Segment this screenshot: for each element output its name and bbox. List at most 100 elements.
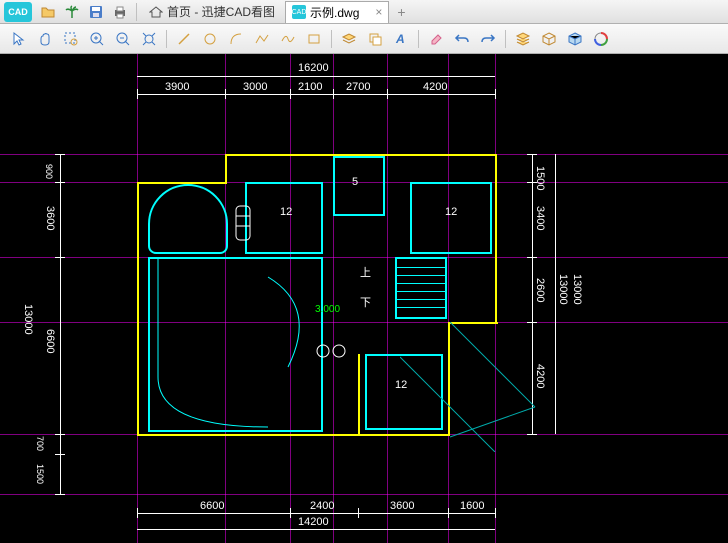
dim-value: 4200 [423, 81, 447, 93]
dim-value: 1600 [460, 500, 484, 512]
dim-total-left: 13000 [22, 304, 34, 335]
dim-tick [55, 182, 65, 183]
room [410, 182, 492, 254]
dim-line [137, 513, 495, 514]
dim-total-bottom: 14200 [298, 516, 329, 528]
zoom-out-tool[interactable] [112, 28, 134, 50]
render-tool[interactable] [590, 28, 612, 50]
up-label: 上 [360, 264, 371, 280]
wall [358, 354, 360, 436]
room-label: 12 [280, 206, 292, 218]
print-icon[interactable] [110, 2, 130, 22]
axis-line [333, 54, 334, 543]
save-icon[interactable] [86, 2, 106, 22]
separator [136, 3, 137, 21]
dim-tick [290, 508, 291, 518]
dim-value: 2700 [346, 81, 370, 93]
home-icon [149, 5, 163, 19]
dim-value: 6600 [44, 329, 56, 353]
zoom-extents-tool[interactable] [138, 28, 160, 50]
titlebar: CAD 首页 - 迅捷CAD看图 CAD 示例.dwg × + [0, 0, 728, 24]
furniture [315, 339, 355, 364]
open-icon[interactable] [38, 2, 58, 22]
redo-tool[interactable] [477, 28, 499, 50]
file-tab[interactable]: CAD 示例.dwg × [285, 1, 389, 23]
zoom-window-tool[interactable] [60, 28, 82, 50]
cursor-tool[interactable] [8, 28, 30, 50]
erase-tool[interactable] [425, 28, 447, 50]
home-label: 首页 - 迅捷CAD看图 [167, 3, 275, 20]
dim-value: 6600 [200, 500, 224, 512]
svg-text:A: A [395, 32, 405, 46]
arc [148, 257, 328, 437]
wall [495, 154, 497, 324]
zoom-in-tool[interactable] [86, 28, 108, 50]
axis-line [448, 54, 449, 543]
dim-total-top: 16200 [298, 62, 329, 74]
rect-tool[interactable] [303, 28, 325, 50]
dim-tick [55, 434, 65, 435]
furniture [234, 204, 254, 244]
dim-value: 700 [35, 436, 45, 451]
dim-value: 2600 [534, 278, 546, 302]
close-tab-icon[interactable]: × [375, 5, 382, 19]
dim-tick [387, 89, 388, 99]
axis-line [0, 322, 728, 323]
dim-tick [358, 508, 359, 518]
line-tool[interactable] [173, 28, 195, 50]
room-label: 12 [445, 206, 457, 218]
wall [137, 182, 139, 436]
copy-tool[interactable] [364, 28, 386, 50]
layers-tool[interactable] [512, 28, 534, 50]
new-tab-button[interactable]: + [389, 4, 413, 20]
separator [505, 30, 506, 48]
dim-total: 13000 [571, 274, 583, 305]
dim-tick [137, 508, 138, 518]
dim-tick [448, 508, 449, 518]
arc-tool[interactable] [225, 28, 247, 50]
dim-value: 900 [44, 164, 54, 179]
dim-tick [55, 494, 65, 495]
dim-tick [55, 454, 65, 455]
axis-line [0, 494, 728, 495]
undo-tool[interactable] [451, 28, 473, 50]
dim-line [137, 76, 495, 77]
room [148, 184, 228, 254]
block-tool[interactable] [538, 28, 560, 50]
dim-tick [137, 89, 138, 99]
layer-tool[interactable] [338, 28, 360, 50]
dim-line [60, 154, 61, 494]
axis-line [387, 54, 388, 543]
spline-tool[interactable] [277, 28, 299, 50]
projection-lines [400, 322, 550, 452]
drawing-canvas[interactable]: 16200 3900 3000 2100 2700 4200 1500 3400… [0, 54, 728, 543]
room [245, 182, 323, 254]
home-tab[interactable]: 首页 - 迅捷CAD看图 [141, 1, 283, 22]
separator [166, 30, 167, 48]
dim-value: 2100 [298, 81, 322, 93]
dim-value: 3900 [165, 81, 189, 93]
dim-tick [55, 154, 65, 155]
dim-value: 2400 [310, 500, 334, 512]
wall [225, 154, 227, 184]
text-tool[interactable]: A [390, 28, 412, 50]
down-label: 下 [360, 294, 371, 310]
polyline-tool[interactable] [251, 28, 273, 50]
dim-tick [495, 508, 496, 518]
dim-value: 3600 [44, 206, 56, 230]
dim-line [137, 94, 495, 95]
3d-tool[interactable] [564, 28, 586, 50]
circle-tool[interactable] [199, 28, 221, 50]
dim-value: 3600 [390, 500, 414, 512]
pan-tool[interactable] [34, 28, 56, 50]
dim-line [555, 154, 556, 434]
room [333, 156, 385, 216]
main-toolbar: A [0, 24, 728, 54]
dim-tick [527, 154, 537, 155]
palm-icon[interactable] [62, 2, 82, 22]
file-tab-label: 示例.dwg [310, 4, 359, 21]
stairs [395, 257, 447, 319]
dim-value: 3000 [243, 81, 267, 93]
dim-tick [527, 257, 537, 258]
separator [418, 30, 419, 48]
